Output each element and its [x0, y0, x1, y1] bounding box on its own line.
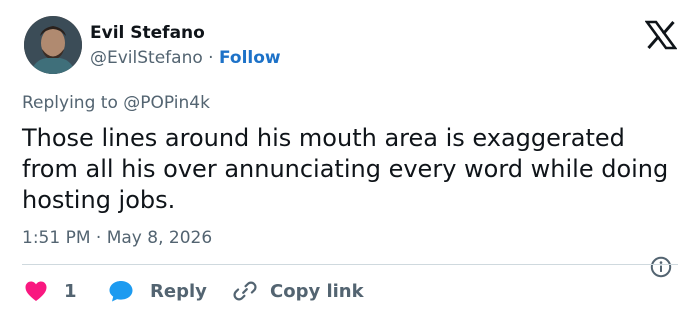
tweet-timestamp[interactable]: 1:51 PM · May 8, 2026 [22, 228, 212, 248]
heart-icon [24, 280, 48, 302]
avatar[interactable] [24, 16, 82, 74]
reply-label: Reply [150, 280, 207, 302]
x-logo-icon[interactable] [644, 20, 678, 50]
speech-bubble-icon [108, 279, 134, 303]
like-count: 1 [64, 280, 77, 302]
link-icon [232, 278, 258, 304]
reply-button[interactable]: Reply [108, 278, 207, 304]
avatar-image [24, 16, 82, 74]
author-handle-line: @EvilStefano · Follow [90, 48, 281, 68]
display-name[interactable]: Evil Stefano [90, 23, 205, 43]
like-button[interactable]: 1 [24, 278, 77, 304]
handle-separator: · [202, 48, 219, 68]
info-icon[interactable] [650, 256, 672, 278]
copy-link-button[interactable]: Copy link [232, 278, 364, 304]
author-handle[interactable]: @EvilStefano [90, 48, 203, 68]
tweet-text: Those lines around his mouth area is exa… [22, 124, 669, 214]
replying-to-line: Replying to @POPin4k [22, 93, 210, 113]
replying-prefix: Replying to [22, 93, 124, 113]
follow-button[interactable]: Follow [219, 48, 281, 68]
divider [22, 264, 678, 265]
copy-link-label: Copy link [270, 280, 364, 302]
replying-to-mention[interactable]: @POPin4k [123, 93, 210, 113]
